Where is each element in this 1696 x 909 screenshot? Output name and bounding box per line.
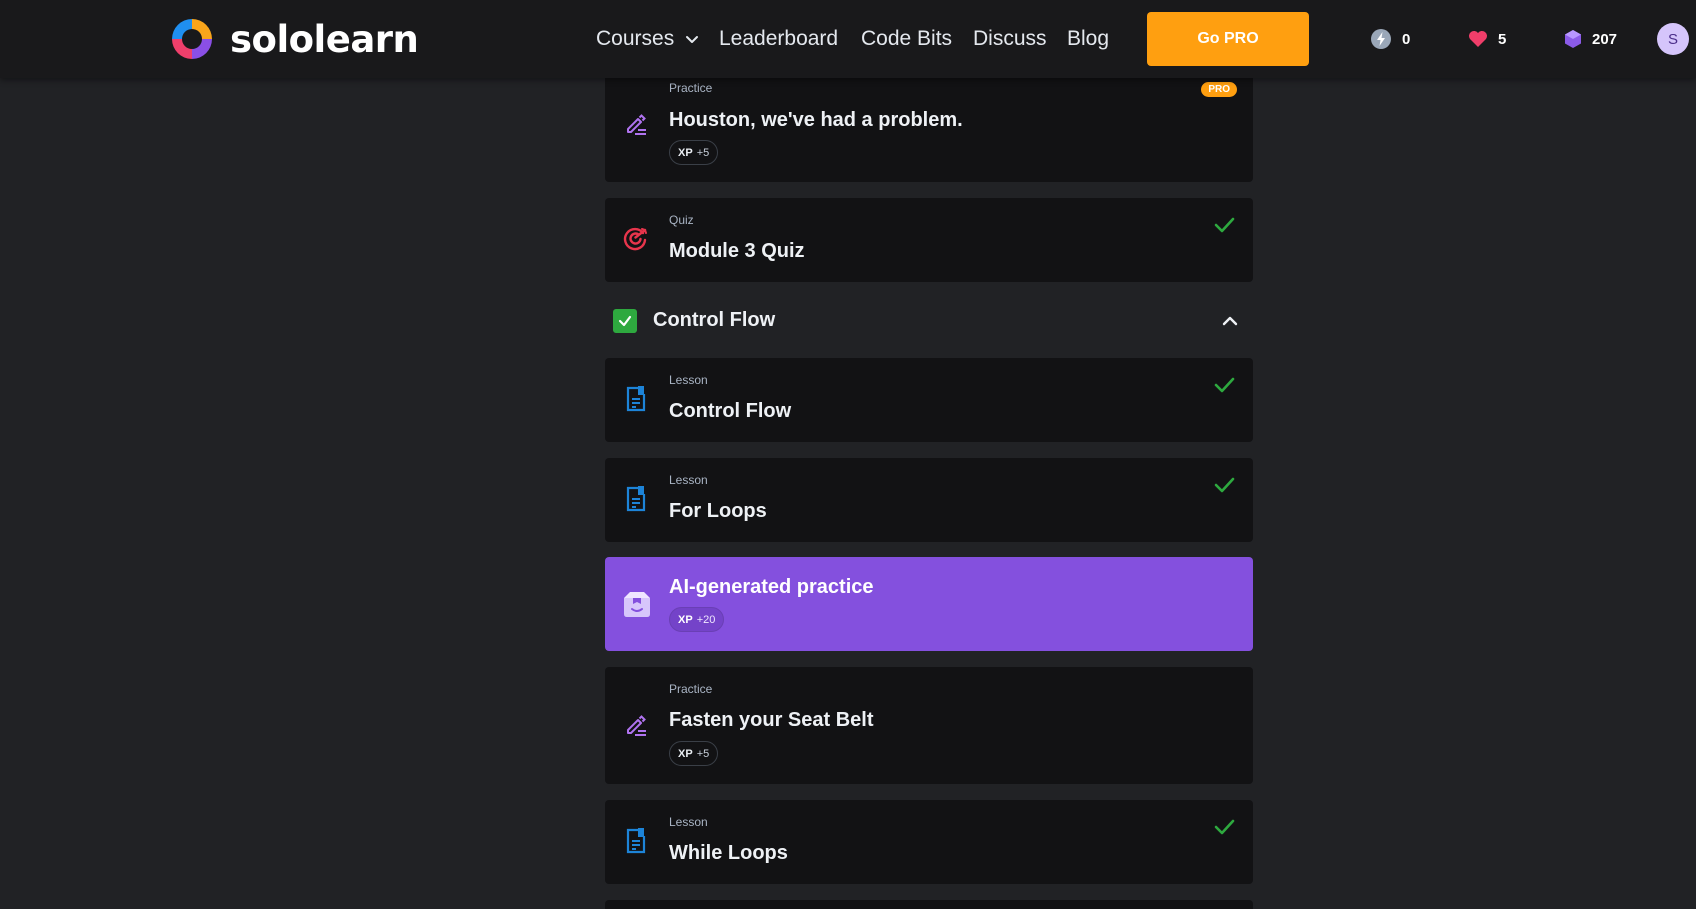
xp-reward-badge: XP +5 (669, 741, 719, 766)
nav-leaderboard[interactable]: Leaderboard (719, 24, 838, 54)
xp-label: XP (678, 747, 693, 760)
xp-value: +5 (696, 146, 710, 159)
lesson-icon (623, 386, 649, 412)
lesson-card-control-flow[interactable]: Lesson Control Flow (605, 358, 1253, 442)
pro-badge: PRO (1201, 82, 1237, 97)
xp-value: +5 (696, 747, 710, 760)
heart-icon (1469, 31, 1487, 47)
streak-count: 0 (1402, 30, 1411, 48)
xp-label: XP (678, 613, 693, 626)
ai-practice-icon (621, 589, 653, 619)
xp-reward-badge: XP +5 (669, 140, 719, 165)
hearts-counter[interactable]: 5 (1468, 27, 1506, 51)
card-title: For Loops (669, 500, 767, 522)
go-pro-button[interactable]: Go PRO (1147, 12, 1309, 66)
nav-discuss[interactable]: Discuss (973, 24, 1047, 54)
lesson-icon (623, 486, 649, 512)
section-header-control-flow[interactable]: Control Flow (605, 298, 1253, 342)
ai-practice-card[interactable]: AI-generated practice XP +20 (605, 557, 1253, 651)
checkmark-icon (1214, 377, 1235, 393)
lesson-card-while-loops[interactable]: Lesson While Loops (605, 800, 1253, 884)
xp-value: +20 (696, 613, 716, 626)
pencil-icon (623, 110, 649, 136)
card-type-label: Lesson (669, 473, 708, 487)
card-title: Fasten your Seat Belt (669, 709, 874, 731)
lesson-card-for-loops[interactable]: Lesson For Loops (605, 458, 1253, 542)
card-title: AI-generated practice (669, 576, 874, 598)
nav-blog[interactable]: Blog (1067, 24, 1109, 54)
practice-card-fasten-seat-belt[interactable]: Practice Fasten your Seat Belt XP +5 (605, 667, 1253, 784)
card-title: Houston, we've had a problem. (669, 109, 963, 131)
hearts-count: 5 (1498, 30, 1507, 48)
chevron-down-icon (686, 36, 699, 43)
card-type-label: Practice (669, 81, 713, 95)
lesson-icon (623, 828, 649, 854)
card-type-label: Quiz (669, 213, 694, 227)
bits-counter[interactable]: 207 (1564, 27, 1617, 51)
top-navigation-bar: sololearn Courses Leaderboard Code Bits … (0, 0, 1696, 78)
quiz-card-module-3[interactable]: Quiz Module 3 Quiz (605, 198, 1253, 282)
card-title: Module 3 Quiz (669, 240, 805, 262)
card-type-label: Lesson (669, 815, 708, 829)
next-card-partial[interactable] (605, 900, 1253, 909)
nav-courses-label: Courses (596, 27, 675, 50)
user-avatar[interactable]: S (1657, 23, 1689, 55)
checkmark-icon (1214, 217, 1235, 233)
lightning-icon (1371, 29, 1391, 49)
card-type-label: Practice (669, 682, 713, 696)
section-title: Control Flow (653, 309, 776, 331)
checkmark-icon (618, 315, 632, 327)
streak-counter[interactable]: 0 (1370, 27, 1410, 51)
pencil-icon (623, 711, 649, 737)
course-module-list: PRO Practice Houston, we've had a proble… (605, 0, 1253, 909)
section-complete-checkbox (613, 309, 637, 333)
checkmark-icon (1214, 477, 1235, 493)
card-title: While Loops (669, 842, 788, 864)
practice-card-houston[interactable]: PRO Practice Houston, we've had a proble… (605, 70, 1253, 182)
xp-label: XP (678, 146, 693, 159)
checkmark-icon (1214, 819, 1235, 835)
gem-icon (1565, 30, 1581, 48)
xp-reward-badge: XP +20 (669, 607, 725, 632)
nav-code-bits[interactable]: Code Bits (861, 24, 952, 54)
nav-courses[interactable]: Courses (596, 24, 700, 54)
bits-count: 207 (1592, 30, 1618, 48)
brand-name: sololearn (230, 17, 419, 61)
sololearn-logo[interactable]: sololearn (168, 14, 419, 64)
card-type-label: Lesson (669, 373, 708, 387)
chevron-up-icon[interactable] (1219, 310, 1241, 332)
target-icon (623, 225, 649, 251)
card-title: Control Flow (669, 400, 792, 422)
sololearn-logo-icon (172, 19, 212, 59)
